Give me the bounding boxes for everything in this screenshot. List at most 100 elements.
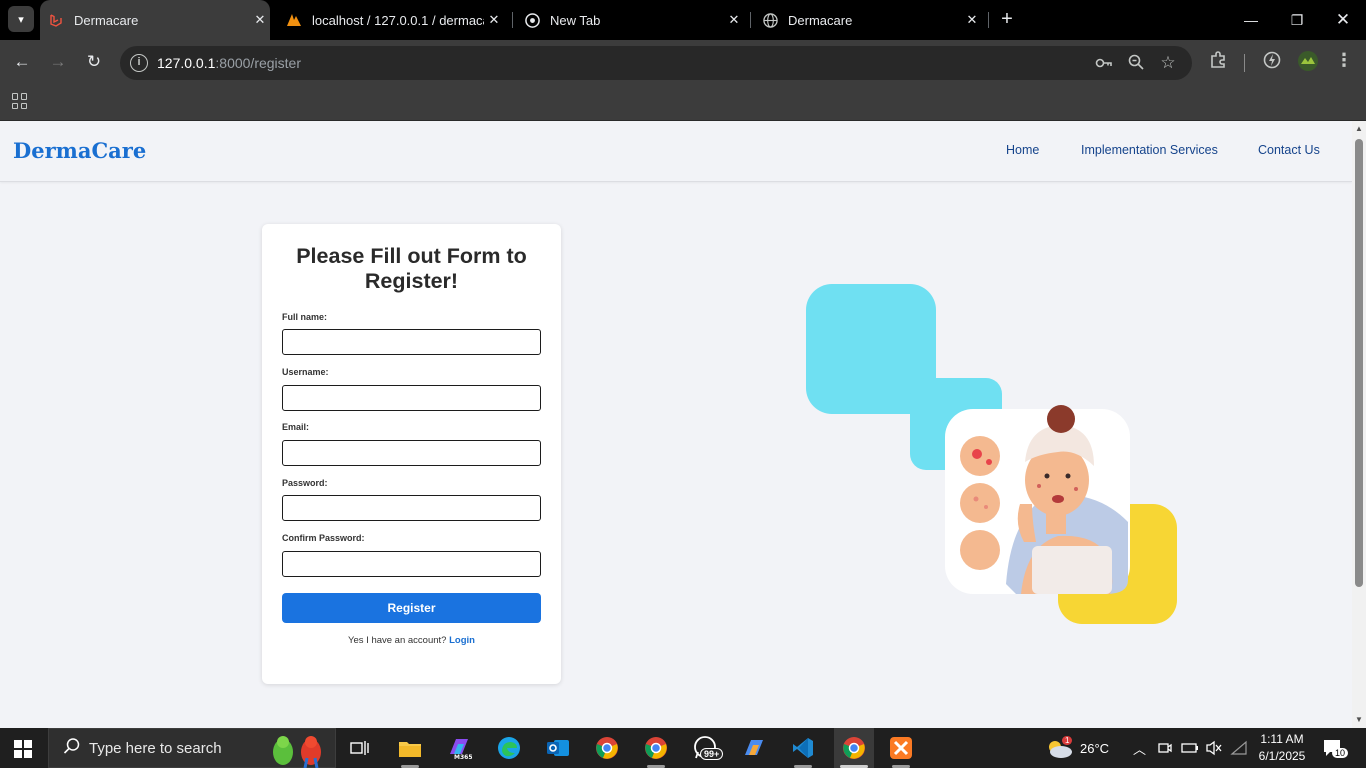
profile-avatar[interactable] [1296, 50, 1320, 74]
tab-divider [512, 12, 513, 28]
weather-temp: 26°C [1080, 740, 1110, 756]
tab-divider [750, 12, 751, 28]
vscode-icon[interactable] [788, 734, 818, 762]
nav-home[interactable]: Home [1006, 143, 1039, 157]
performance-icon[interactable] [1260, 50, 1284, 74]
file-explorer-icon[interactable] [395, 734, 425, 762]
chrome-icon [524, 12, 540, 28]
search-placeholder: Type here to search [89, 739, 222, 757]
apps-grid-icon[interactable] [12, 93, 28, 109]
scrollbar-thumb[interactable] [1355, 139, 1363, 587]
whatsapp-badge: 99+ [700, 748, 724, 760]
battery-icon[interactable] [1181, 728, 1199, 768]
close-icon[interactable]: ✕ [484, 12, 504, 28]
extensions-icon[interactable] [1206, 50, 1230, 74]
tab-phpmyadmin[interactable]: localhost / 127.0.0.1 / dermacare ✕ [276, 0, 504, 40]
back-button[interactable]: ← [8, 48, 36, 76]
parrots-search-highlight-icon [267, 732, 333, 768]
close-icon[interactable]: ✕ [250, 12, 270, 28]
web-page: DermaCare Home Implementation Services C… [0, 121, 1352, 728]
clock-date: 6/1/2025 [1258, 749, 1306, 763]
close-icon[interactable]: ✕ [962, 12, 982, 28]
chrome-taskbar-icon[interactable] [592, 734, 622, 762]
tab-title: Dermacare [74, 12, 139, 28]
nav-implementation-services[interactable]: Implementation Services [1081, 143, 1218, 157]
bookmarks-bar [0, 85, 1366, 121]
scroll-down-arrow[interactable]: ▼ [1355, 715, 1363, 724]
close-icon[interactable]: ✕ [724, 12, 744, 28]
zoom-icon[interactable] [1126, 53, 1146, 73]
login-link[interactable]: Login [449, 635, 475, 646]
forward-button[interactable]: → [44, 48, 72, 76]
meet-now-icon[interactable] [1157, 728, 1173, 768]
password-input[interactable] [282, 495, 541, 521]
globe-icon [762, 12, 778, 28]
phpmyadmin-icon [286, 12, 302, 28]
tab-search-button[interactable]: ▾ [8, 6, 34, 32]
new-tab-button[interactable]: + [996, 8, 1018, 30]
weather-widget[interactable]: 1 26°C [1046, 728, 1109, 768]
svg-text:M365: M365 [454, 754, 472, 760]
tab-new-tab[interactable]: New Tab ✕ [514, 0, 744, 40]
restore-button[interactable]: ❐ [1274, 0, 1320, 40]
full-name-input[interactable] [282, 329, 541, 355]
edge-icon[interactable] [494, 734, 524, 762]
start-button[interactable] [14, 740, 32, 758]
url-text[interactable]: 127.0.0.1:8000/register [157, 55, 301, 71]
confirm-password-input[interactable] [282, 551, 541, 577]
tab-divider [988, 12, 989, 28]
bookmark-star-icon[interactable]: ☆ [1158, 53, 1178, 73]
form-heading: Please Fill out Form to Register! [296, 244, 527, 293]
address-bar[interactable]: i 127.0.0.1:8000/register ☆ [120, 46, 1192, 80]
register-card: Please Fill out Form to Register! Full n… [262, 224, 561, 684]
skincare-illustration [806, 284, 1178, 626]
tab-title: localhost / 127.0.0.1 / dermacare [312, 12, 484, 28]
m365-icon[interactable]: M365 [444, 734, 474, 762]
minimize-button[interactable]: — [1228, 0, 1274, 40]
task-view-icon[interactable] [345, 734, 375, 762]
wifi-icon[interactable] [1230, 728, 1248, 768]
page-scrollbar[interactable]: ▲ ▼ [1352, 121, 1366, 728]
username-input[interactable] [282, 385, 541, 411]
notification-badge: 10 [1332, 748, 1349, 758]
clock[interactable]: 1:11 AM 6/1/2025 [1252, 728, 1312, 768]
site-navbar: DermaCare Home Implementation Services C… [0, 121, 1352, 182]
password-label: Password: [282, 478, 328, 488]
chevron-up-icon[interactable]: ︿ [1133, 728, 1146, 768]
speaker-muted-icon[interactable] [1205, 728, 1223, 768]
laravel-icon [48, 12, 64, 28]
reload-button[interactable]: ↻ [80, 48, 108, 76]
nav-contact-us[interactable]: Contact Us [1258, 143, 1320, 157]
window-close-button[interactable]: ✕ [1320, 0, 1366, 40]
url-host: 127.0.0.1 [157, 55, 216, 71]
xampp-icon[interactable] [886, 734, 916, 762]
browser-menu-icon[interactable]: ⋮ [1332, 50, 1356, 74]
search-icon [63, 737, 81, 760]
toolbar-divider [1244, 54, 1245, 72]
register-button[interactable]: Register [282, 593, 541, 623]
notification-center-icon[interactable]: 10 [1322, 728, 1349, 768]
url-path: :8000/register [215, 55, 301, 71]
full-name-label: Full name: [282, 312, 328, 322]
outlook-icon[interactable] [543, 734, 573, 762]
chrome-active-taskbar-icon[interactable] [834, 728, 874, 768]
taskbar-search[interactable]: Type here to search [48, 728, 336, 768]
email-input[interactable] [282, 440, 541, 466]
tab-dermacare-active[interactable]: Dermacare ✕ [40, 0, 270, 40]
login-prompt-text: Yes I have an account? [348, 635, 447, 646]
browser-toolbar: ← → ↻ i 127.0.0.1:8000/register ☆ ⋮ [0, 40, 1366, 85]
password-key-icon[interactable] [1094, 53, 1114, 73]
whatsapp-icon[interactable]: 99+ [690, 734, 724, 762]
tab-strip: ▾ Dermacare ✕ localhost / 127.0.0.1 / de… [0, 0, 1366, 40]
copilot-icon[interactable] [739, 734, 769, 762]
windows-taskbar: Type here to search M365 99+ 1 26°C ︿ 1:… [0, 728, 1366, 768]
site-info-icon[interactable]: i [130, 54, 148, 72]
site-logo[interactable]: DermaCare [13, 138, 146, 163]
clock-time: 1:11 AM [1260, 732, 1304, 746]
tab-title: Dermacare [788, 12, 853, 28]
username-label: Username: [282, 367, 329, 377]
tab-dermacare-2[interactable]: Dermacare ✕ [752, 0, 982, 40]
scroll-up-arrow[interactable]: ▲ [1355, 124, 1363, 133]
chrome-profile-taskbar-icon[interactable] [641, 734, 671, 762]
email-label: Email: [282, 422, 310, 432]
